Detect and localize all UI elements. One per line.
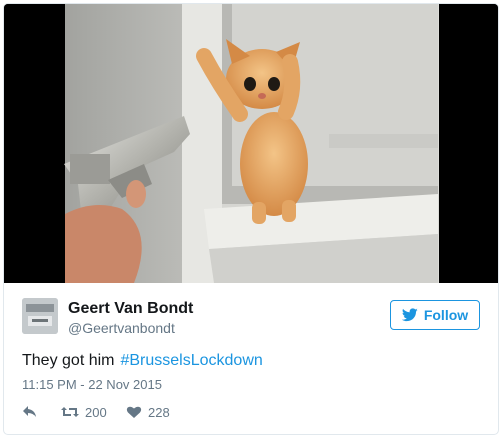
follow-button[interactable]: Follow bbox=[390, 300, 480, 330]
hashtag-link[interactable]: #BrusselsLockdown bbox=[120, 352, 262, 369]
tweet-timestamp[interactable]: 11:15 PM - 22 Nov 2015 bbox=[22, 377, 162, 392]
tweet-media-photo[interactable] bbox=[4, 4, 498, 283]
kitten-photo-image bbox=[4, 4, 498, 283]
avatar-image bbox=[22, 298, 58, 334]
tweet-actions: 200 228 bbox=[22, 402, 170, 422]
retweet-icon bbox=[61, 407, 79, 417]
reply-arrow-icon bbox=[23, 406, 36, 417]
tweet-text: They got him #BrusselsLockdown bbox=[22, 352, 263, 370]
twitter-bird-icon bbox=[401, 308, 418, 322]
retweet-button[interactable]: 200 bbox=[60, 405, 122, 420]
heart-icon bbox=[126, 406, 142, 418]
author-name[interactable]: Geert Van Bondt bbox=[68, 300, 193, 318]
retweet-count: 200 bbox=[85, 404, 107, 420]
reply-button[interactable] bbox=[22, 405, 60, 419]
tweet-text-content: They got him bbox=[22, 352, 115, 369]
like-count: 228 bbox=[148, 404, 170, 420]
follow-button-label: Follow bbox=[423, 307, 469, 323]
tweet-card: Geert Van Bondt @Geertvanbondt Follow Th… bbox=[3, 3, 499, 435]
like-button[interactable]: 228 bbox=[126, 405, 170, 420]
author-handle[interactable]: @Geertvanbondt bbox=[68, 320, 175, 336]
avatar[interactable] bbox=[22, 298, 58, 334]
